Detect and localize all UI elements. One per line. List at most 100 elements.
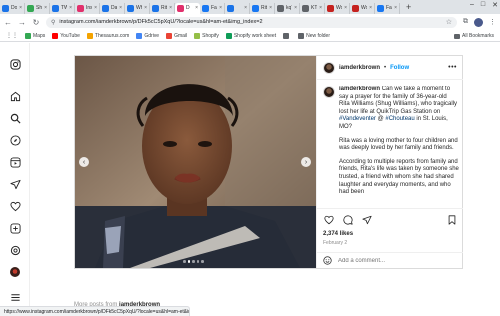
- share-icon[interactable]: [361, 215, 372, 226]
- browser-tab[interactable]: Rita×: [250, 2, 275, 14]
- tab-label: Farah: [211, 5, 217, 11]
- bookmark-favicon-icon: [166, 32, 173, 39]
- tab-close-icon[interactable]: ×: [44, 5, 47, 11]
- tab-close-icon[interactable]: ×: [19, 5, 22, 11]
- bookmark-item[interactable]: Gdrive: [136, 32, 159, 39]
- browser-tab[interactable]: D ×: [175, 2, 200, 14]
- profile-avatar[interactable]: [474, 17, 483, 27]
- save-bookmark-icon[interactable]: [446, 215, 457, 226]
- bookmark-item[interactable]: Shopify work sheet: [225, 32, 277, 39]
- notifications-heart-icon[interactable]: [9, 200, 21, 212]
- browser-tab[interactable]: Farah×: [375, 2, 400, 14]
- tab-close-icon[interactable]: ×: [195, 5, 198, 11]
- reload-icon[interactable]: ↻: [32, 18, 40, 27]
- browser-tabstrip: Docu×Sh×TWK×Inst×Dark×Wha×Rita×D×Farah××…: [0, 0, 500, 14]
- tab-close-icon[interactable]: ×: [119, 5, 122, 11]
- bookmark-item[interactable]: Thesaurus.com: [86, 32, 129, 39]
- browser-tab[interactable]: Wom×: [350, 2, 375, 14]
- tab-close-icon[interactable]: ×: [244, 5, 247, 11]
- bookmark-star-icon[interactable]: ☆: [446, 18, 452, 26]
- tab-favicon-icon: [252, 4, 259, 12]
- address-bar[interactable]: ⚲ instagram.com/iamderkbrown/p/DFk5cC5pX…: [46, 16, 457, 28]
- bookmark-label: YouTube: [60, 32, 80, 39]
- likes-count[interactable]: 2,374 likes: [323, 231, 353, 237]
- tab-close-icon[interactable]: ×: [394, 5, 397, 11]
- more-options-icon[interactable]: •••: [448, 64, 457, 71]
- bookmark-item[interactable]: New folder: [298, 32, 330, 39]
- bookmark-favicon-icon: [283, 32, 290, 39]
- bookmark-label: Shopify work sheet: [233, 32, 277, 39]
- browser-tab[interactable]: Docu×: [0, 2, 25, 14]
- browser-tab[interactable]: ×: [225, 2, 250, 14]
- minimize-icon[interactable]: –: [470, 1, 474, 9]
- forward-icon[interactable]: →: [18, 18, 26, 27]
- tab-close-icon[interactable]: ×: [69, 5, 72, 11]
- comment-icon[interactable]: [342, 215, 353, 226]
- hashtag-chouteau[interactable]: #Chouteau: [385, 116, 414, 122]
- tab-close-icon[interactable]: ×: [319, 5, 322, 11]
- search-icon[interactable]: [9, 112, 21, 124]
- tab-close-icon[interactable]: ×: [344, 5, 347, 11]
- apps-grid-icon[interactable]: ⋮⋮: [6, 32, 18, 39]
- post-photo[interactable]: ‹ ›: [75, 56, 316, 268]
- tab-close-icon[interactable]: ×: [269, 5, 272, 11]
- back-icon[interactable]: ←: [4, 18, 12, 27]
- extensions-icon[interactable]: ⧉: [463, 18, 468, 26]
- hamburger-menu-icon[interactable]: [9, 291, 21, 303]
- emoji-icon[interactable]: [323, 252, 332, 270]
- messages-icon[interactable]: [9, 178, 21, 190]
- tab-favicon-icon: [327, 4, 334, 12]
- browser-tab[interactable]: KTRI×: [300, 2, 325, 14]
- tab-close-icon[interactable]: ×: [144, 5, 147, 11]
- tab-close-icon[interactable]: ×: [219, 5, 222, 11]
- browser-tab[interactable]: Dark×: [100, 2, 125, 14]
- browser-tab[interactable]: Wha×: [125, 2, 150, 14]
- maximize-icon[interactable]: □: [481, 1, 485, 9]
- browser-tab[interactable]: kqTG×: [275, 2, 300, 14]
- carousel-prev-button[interactable]: ‹: [79, 157, 89, 167]
- tab-close-icon[interactable]: ×: [294, 5, 297, 11]
- menu-icon[interactable]: ⋮: [489, 18, 496, 26]
- bookmarks-bar: ⋮⋮ Maps YouTube Thesaurus.com Gdrive Gmail Sh…: [0, 30, 500, 42]
- tab-close-icon[interactable]: ×: [94, 5, 97, 11]
- comment-input[interactable]: [338, 258, 457, 264]
- caption-username[interactable]: iamderkbrown: [339, 86, 380, 92]
- browser-tab[interactable]: Farah×: [200, 2, 225, 14]
- bookmark-item[interactable]: [283, 32, 291, 39]
- post-header: iamderkbrown • Follow •••: [317, 56, 463, 80]
- all-bookmarks[interactable]: All Bookmarks: [454, 33, 494, 39]
- caption-avatar[interactable]: [323, 86, 335, 98]
- create-plus-icon[interactable]: [9, 222, 21, 234]
- reels-icon[interactable]: [9, 156, 21, 168]
- post-date[interactable]: February 2: [323, 240, 347, 246]
- bookmark-item[interactable]: Gmail: [166, 32, 187, 39]
- browser-tab[interactable]: Wom×: [325, 2, 350, 14]
- bookmark-item[interactable]: Maps: [25, 32, 45, 39]
- tab-label: TWK: [61, 5, 67, 11]
- profile-avatar-icon[interactable]: [9, 266, 21, 278]
- bookmark-item[interactable]: Shopify: [194, 32, 219, 39]
- hashtag-vandeventer[interactable]: #Vandeventer: [339, 116, 376, 122]
- explore-compass-icon[interactable]: [9, 134, 21, 146]
- tab-close-icon[interactable]: ×: [369, 5, 372, 11]
- like-heart-icon[interactable]: [323, 215, 334, 226]
- home-icon[interactable]: [9, 90, 21, 102]
- follow-button[interactable]: Follow: [390, 65, 409, 71]
- bookmark-item[interactable]: YouTube: [52, 32, 80, 39]
- browser-tab[interactable]: Inst×: [75, 2, 100, 14]
- link-status-bar: https://www.instagram.com/iamderkbrown/p…: [0, 306, 190, 316]
- caption-text-2: Rita was a loving mother to four childre…: [339, 137, 458, 152]
- carousel-next-button[interactable]: ›: [301, 157, 311, 167]
- threads-icon[interactable]: [9, 244, 21, 256]
- browser-tab[interactable]: TWK×: [50, 2, 75, 14]
- new-tab-button[interactable]: +: [402, 2, 415, 12]
- instagram-logo-icon[interactable]: [9, 58, 21, 70]
- close-window-icon[interactable]: ✕: [492, 1, 498, 9]
- url-text[interactable]: instagram.com/iamderkbrown/p/DFk5cC5pXqU…: [59, 19, 441, 25]
- author-avatar[interactable]: [323, 61, 335, 74]
- author-username[interactable]: iamderkbrown: [339, 65, 380, 71]
- site-info-icon[interactable]: ⚲: [51, 19, 55, 26]
- browser-tab[interactable]: Sh ×: [25, 2, 50, 14]
- browser-tab[interactable]: Rita×: [150, 2, 175, 14]
- tab-close-icon[interactable]: ×: [169, 5, 172, 11]
